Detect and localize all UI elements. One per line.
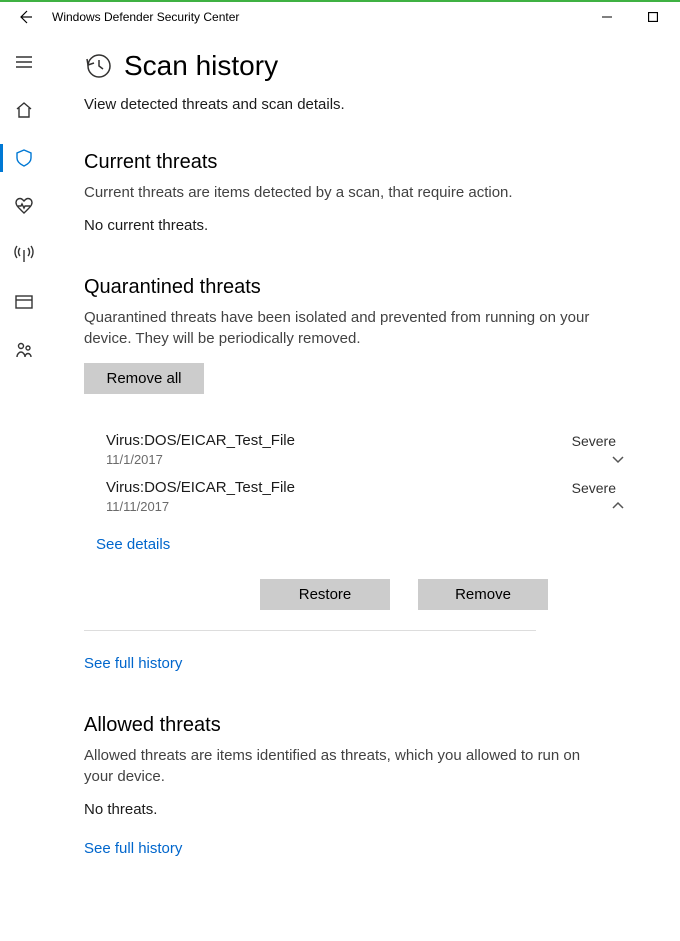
antenna-icon <box>14 244 34 264</box>
maximize-icon <box>648 12 658 22</box>
titlebar: Windows Defender Security Center <box>0 2 680 32</box>
threat-actions: Restore Remove <box>96 553 548 626</box>
remove-all-button[interactable]: Remove all <box>84 363 204 394</box>
threat-severity: Severe <box>572 480 616 496</box>
arrow-left-icon <box>17 9 33 25</box>
chevron-up-icon <box>610 498 626 514</box>
sidebar-item-family[interactable] <box>0 326 48 374</box>
section-heading: Allowed threats <box>84 714 644 737</box>
minimize-button[interactable] <box>584 2 630 32</box>
sidebar-item-device-health[interactable] <box>0 182 48 230</box>
back-button[interactable] <box>4 2 46 32</box>
current-threats-status: No current threats. <box>84 217 644 234</box>
see-full-history-link[interactable]: See full history <box>84 840 182 857</box>
maximize-button[interactable] <box>630 2 676 32</box>
remove-button[interactable]: Remove <box>418 579 548 610</box>
threat-date: 11/1/2017 <box>106 452 610 467</box>
threat-list: Virus:DOS/EICAR_Test_File Severe 11/1/20… <box>84 426 644 520</box>
hamburger-icon <box>15 53 33 71</box>
quarantined-threats-section: Quarantined threats Quarantined threats … <box>84 276 644 672</box>
expand-toggle[interactable] <box>610 451 634 467</box>
heart-icon <box>14 196 34 216</box>
main-content: Scan history View detected threats and s… <box>48 32 680 939</box>
sidebar-item-virus-protection[interactable] <box>0 134 48 182</box>
sidebar-item-app-browser[interactable] <box>0 278 48 326</box>
allowed-threats-status: No threats. <box>84 801 644 818</box>
family-icon <box>14 340 34 360</box>
allowed-threats-section: Allowed threats Allowed threats are item… <box>84 714 644 857</box>
section-description: Current threats are items detected by a … <box>84 182 594 203</box>
menu-button[interactable] <box>0 38 48 86</box>
chevron-down-icon <box>610 451 626 467</box>
threat-item[interactable]: Virus:DOS/EICAR_Test_File Severe 11/1/20… <box>96 426 644 473</box>
threat-item[interactable]: Virus:DOS/EICAR_Test_File Severe 11/11/2… <box>96 473 644 520</box>
shield-icon <box>14 148 34 168</box>
page-title: Scan history <box>124 50 278 82</box>
threat-date: 11/11/2017 <box>106 499 610 514</box>
section-description: Quarantined threats have been isolated a… <box>84 307 594 349</box>
history-icon <box>84 52 112 80</box>
threat-name: Virus:DOS/EICAR_Test_File <box>106 479 572 496</box>
divider <box>84 630 536 631</box>
page-header: Scan history <box>84 50 644 82</box>
section-heading: Quarantined threats <box>84 276 644 299</box>
see-full-history-link[interactable]: See full history <box>84 655 182 672</box>
section-description: Allowed threats are items identified as … <box>84 745 594 787</box>
sidebar-item-home[interactable] <box>0 86 48 134</box>
threat-severity: Severe <box>572 433 616 449</box>
home-icon <box>14 100 34 120</box>
page-subtitle: View detected threats and scan details. <box>84 96 644 113</box>
window-title: Windows Defender Security Center <box>46 10 239 24</box>
restore-button[interactable]: Restore <box>260 579 390 610</box>
sidebar <box>0 32 48 939</box>
threat-name: Virus:DOS/EICAR_Test_File <box>106 432 572 449</box>
section-heading: Current threats <box>84 151 644 174</box>
current-threats-section: Current threats Current threats are item… <box>84 151 644 234</box>
window-icon <box>14 292 34 312</box>
minimize-icon <box>602 12 612 22</box>
sidebar-item-firewall[interactable] <box>0 230 48 278</box>
collapse-toggle[interactable] <box>610 498 634 514</box>
see-details-link[interactable]: See details <box>96 536 170 553</box>
